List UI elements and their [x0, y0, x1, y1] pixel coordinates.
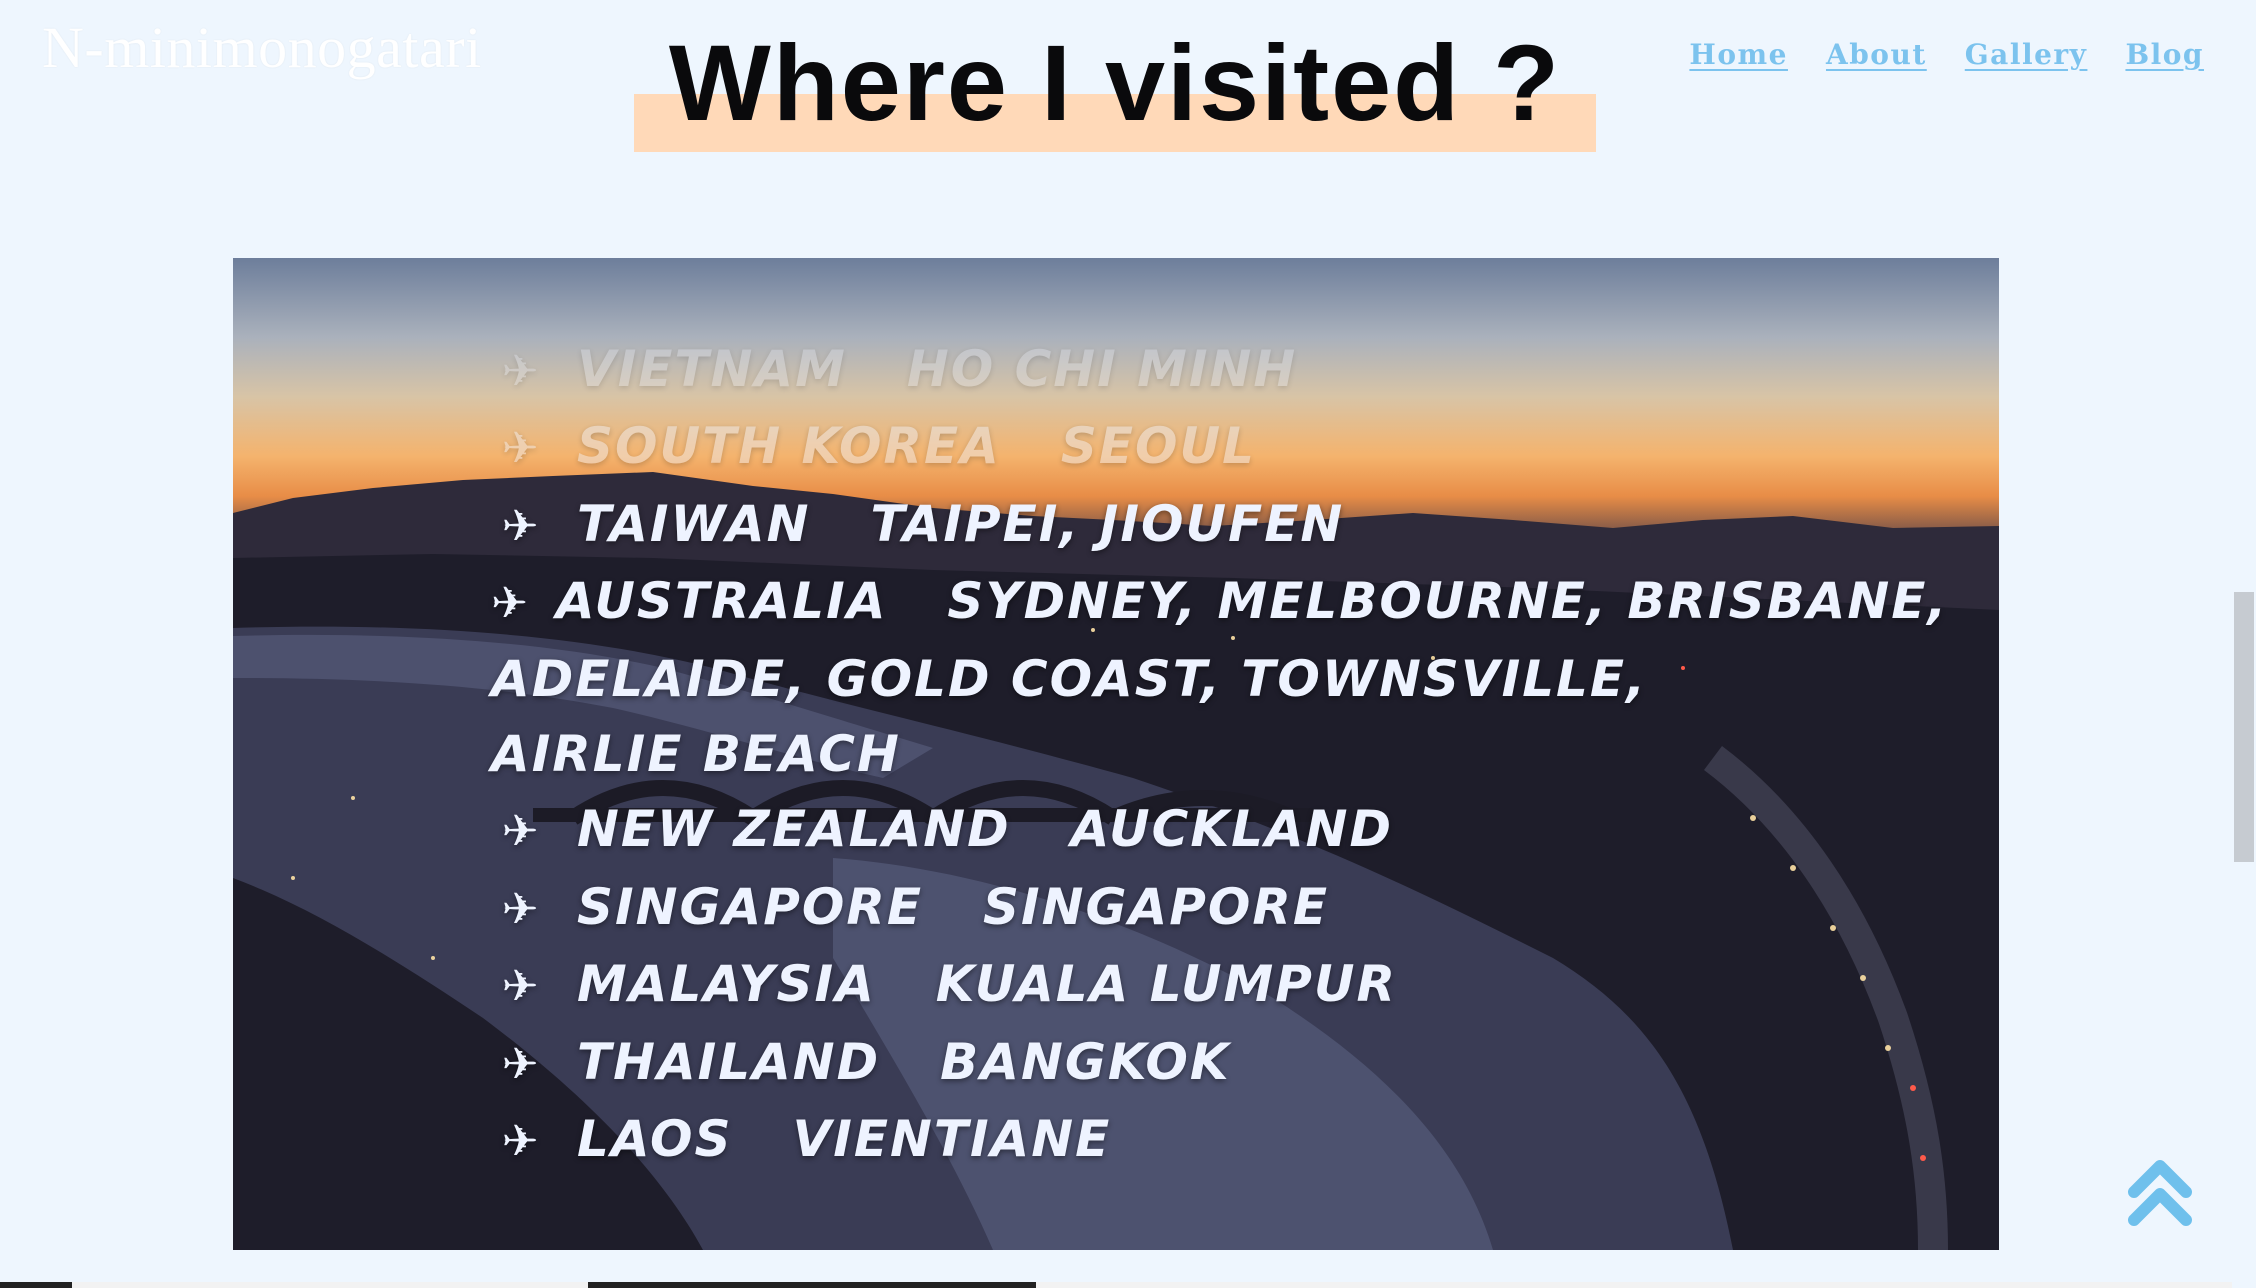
- vertical-scrollbar[interactable]: [2232, 0, 2256, 1288]
- site-brand[interactable]: N-minimonogatari: [42, 14, 482, 81]
- airplane-icon: ✈: [501, 500, 541, 552]
- page-title-block: Where I visited ?: [634, 20, 1596, 152]
- airplane-icon: ✈: [501, 883, 541, 935]
- visited-row: ✈ Thailand Bangkok: [491, 1025, 1791, 1102]
- airplane-icon: ✈: [501, 346, 541, 397]
- airplane-icon: ✈: [491, 578, 530, 630]
- airplane-icon: ✈: [501, 1116, 541, 1168]
- airplane-icon: ✈: [501, 806, 541, 858]
- page-title: Where I visited ?: [668, 22, 1562, 143]
- visited-row: ✈ Laos Vientiane: [491, 1102, 1791, 1179]
- visited-row: ✈ Singapore Singapore: [491, 870, 1791, 947]
- visited-row: ✈ Taiwan Taipei, Jioufen: [491, 487, 1791, 564]
- scroll-to-top-button[interactable]: [2128, 1158, 2192, 1230]
- visited-row: ✈ Australia Sydney, Melbourne, Brisbane,: [491, 564, 1946, 641]
- airplane-icon: ✈: [501, 961, 541, 1013]
- scrollbar-thumb[interactable]: [2234, 592, 2254, 862]
- visited-row: ✈ Malaysia Kuala Lumpur: [491, 947, 1791, 1024]
- airplane-icon: ✈: [501, 423, 541, 475]
- visited-row-continued: Adelaide, Gold Coast, Townsville,: [491, 649, 1648, 708]
- visited-row: ✈ South Korea Seoul: [491, 409, 1791, 486]
- visited-row: ✈ Vietnam Ho Chi Minh: [491, 332, 1791, 409]
- travel-video[interactable]: ✈ Vietnam Ho Chi Minh ✈ South Korea Seoul …: [233, 258, 1999, 1250]
- nav-link-about[interactable]: About: [1826, 38, 1927, 71]
- visited-row-continued: Airlie Beach: [491, 725, 901, 784]
- nav-link-gallery[interactable]: Gallery: [1965, 38, 2088, 71]
- main-nav: Home About Gallery Blog: [1689, 38, 2204, 71]
- visited-list: ✈ Vietnam Ho Chi Minh ✈ South Korea Seoul …: [491, 332, 1946, 1179]
- nav-link-blog[interactable]: Blog: [2125, 38, 2204, 71]
- visited-row: ✈ New Zealand Auckland: [491, 792, 1791, 869]
- bottom-strip: [0, 1282, 2232, 1288]
- chevron-double-up-icon: [2128, 1160, 2192, 1226]
- nav-link-home[interactable]: Home: [1689, 38, 1788, 71]
- airplane-icon: ✈: [501, 1038, 541, 1090]
